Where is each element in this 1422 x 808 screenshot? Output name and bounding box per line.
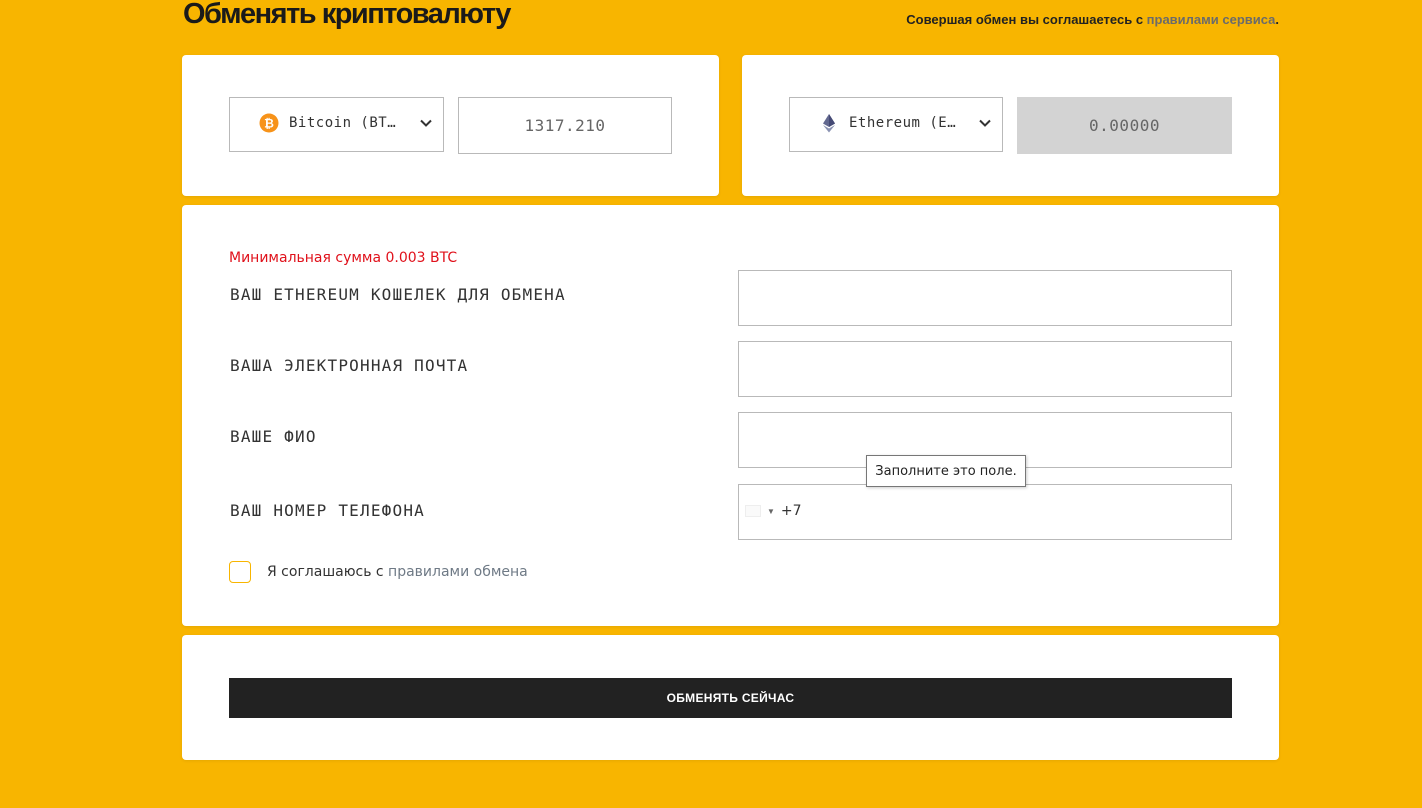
agree-checkbox[interactable] [229, 561, 251, 583]
service-terms-suffix: . [1275, 12, 1279, 27]
wallet-input[interactable] [738, 270, 1232, 326]
wallet-label: ВАШ ETHEREUM КОШЕЛЕК ДЛЯ ОБМЕНА [230, 285, 566, 304]
chevron-down-icon [979, 119, 991, 127]
to-amount-output: 0.00000 [1017, 97, 1232, 154]
phone-prefix: +7 [780, 503, 802, 519]
page-title: Обменять криптовалюту [183, 0, 511, 30]
country-flag-icon [745, 505, 761, 517]
service-terms-text: Совершая обмен вы соглашаетесь с [906, 12, 1147, 27]
phone-label: ВАШ НОМЕР ТЕЛЕФОНА [230, 501, 425, 520]
chevron-down-icon [420, 119, 432, 127]
email-label: ВАША ЭЛЕКТРОННАЯ ПОЧТА [230, 356, 469, 375]
caret-down-icon: ▼ [767, 506, 775, 516]
exchange-now-button[interactable]: ОБМЕНЯТЬ СЕЙЧАС [229, 678, 1232, 718]
agree-text: Я соглашаюсь с [267, 564, 389, 580]
exchange-rules-link[interactable]: правилами обмена [388, 564, 528, 580]
from-amount-input[interactable]: 1317.210 [458, 97, 672, 154]
ethereum-icon [823, 114, 835, 133]
to-currency-label: Ethereum (E… [849, 115, 957, 131]
name-label: ВАШЕ ФИО [230, 427, 317, 446]
svg-text:₿: ₿ [264, 117, 274, 131]
phone-input[interactable]: ▼ +7 [738, 484, 1232, 540]
from-currency-label: Bitcoin (BT… [289, 115, 397, 131]
validation-tooltip: Заполните это поле. [866, 455, 1026, 487]
agree-label: Я соглашаюсь с правилами обмена [267, 564, 528, 580]
min-sum-warning: Минимальная сумма 0.003 BTC [229, 250, 458, 266]
email-input[interactable] [738, 341, 1232, 397]
from-currency-select[interactable]: ₿ Bitcoin (BT… [229, 97, 444, 152]
bitcoin-icon: ₿ [259, 113, 279, 133]
phone-country-selector[interactable]: ▼ +7 [745, 503, 802, 519]
service-terms-link[interactable]: правилами сервиса [1147, 12, 1276, 27]
to-currency-select[interactable]: Ethereum (E… [789, 97, 1003, 152]
service-terms-notice: Совершая обмен вы соглашаетесь с правила… [906, 12, 1279, 27]
